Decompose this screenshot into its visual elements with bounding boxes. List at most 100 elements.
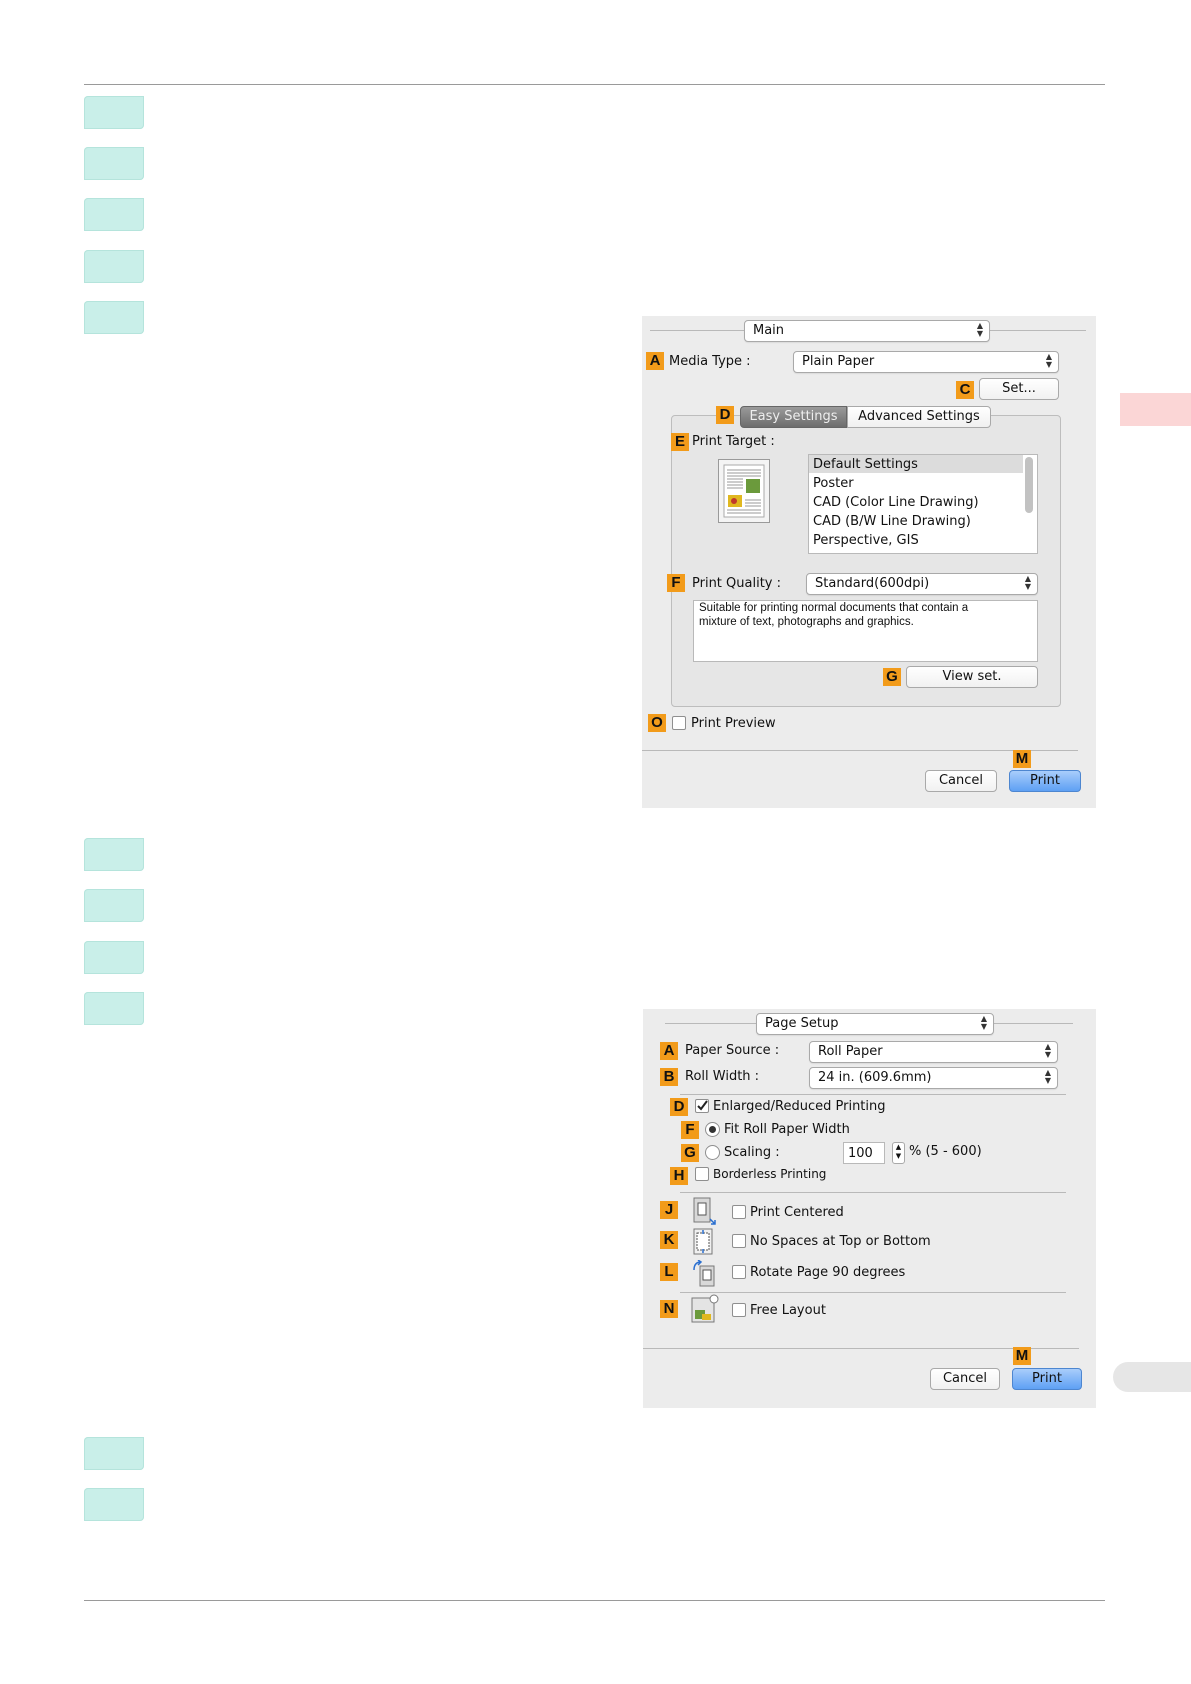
paper-source-label: Paper Source :	[685, 1043, 780, 1058]
section-divider	[680, 1094, 1066, 1095]
roll-width-value: 24 in. (609.6mm)	[818, 1070, 932, 1085]
tab-advanced-settings[interactable]: Advanced Settings	[847, 406, 991, 428]
print-dialog-page-setup: Page Setup ▲ ▼ A Paper Source : Roll Pape…	[643, 1009, 1096, 1408]
badge-h: H	[670, 1167, 688, 1185]
fit-roll-label: Fit Roll Paper Width	[724, 1122, 850, 1137]
free-layout-checkbox[interactable]	[732, 1303, 746, 1317]
panel-select-value: Page Setup	[765, 1016, 839, 1031]
badge-e: E	[671, 433, 689, 451]
step-marker	[84, 1437, 144, 1470]
print-preview-label: Print Preview	[691, 716, 776, 731]
updown-arrow-icon: ▲ ▼	[1024, 574, 1031, 591]
list-item[interactable]: Perspective, GIS	[813, 533, 919, 548]
footer-rule	[84, 1600, 1105, 1601]
badge-a: A	[660, 1042, 678, 1060]
print-centered-icon	[691, 1197, 717, 1225]
scaling-radio[interactable]	[705, 1145, 720, 1160]
step-marker	[84, 198, 144, 231]
no-spaces-label: No Spaces at Top or Bottom	[750, 1234, 931, 1249]
step-marker	[84, 250, 144, 283]
free-layout-label: Free Layout	[750, 1303, 826, 1318]
paper-source-select[interactable]: Roll Paper ▲ ▼	[809, 1041, 1058, 1063]
badge-b: B	[660, 1068, 678, 1086]
rotate-page-checkbox[interactable]	[732, 1265, 746, 1279]
step-marker	[84, 96, 144, 129]
updown-arrow-icon: ▲ ▼	[1045, 352, 1052, 369]
print-quality-value: Standard(600dpi)	[815, 576, 930, 591]
set-button[interactable]: Set...	[979, 378, 1059, 400]
print-button[interactable]: Print	[1012, 1368, 1082, 1390]
panel-select-value: Main	[753, 323, 785, 338]
description-line: mixture of text, photographs and graphic…	[699, 616, 914, 628]
badge-f: F	[667, 574, 685, 592]
list-item[interactable]: Poster	[813, 476, 854, 491]
free-layout-icon	[687, 1294, 721, 1327]
enlarged-label: Enlarged/Reduced Printing	[713, 1099, 886, 1114]
updown-arrow-icon: ▲ ▼	[980, 1014, 987, 1031]
description-line: Suitable for printing normal documents t…	[699, 602, 969, 614]
step-marker	[84, 838, 144, 871]
badge-a: A	[646, 352, 664, 370]
roll-width-label: Roll Width :	[685, 1069, 760, 1084]
no-spaces-checkbox[interactable]	[732, 1234, 746, 1248]
updown-arrow-icon: ▲ ▼	[1044, 1042, 1051, 1059]
scaling-input[interactable]: 100	[843, 1142, 885, 1164]
borderless-checkbox[interactable]	[695, 1167, 709, 1181]
badge-g: G	[883, 668, 901, 686]
media-type-select[interactable]: Plain Paper ▲ ▼	[793, 351, 1059, 373]
list-item[interactable]: CAD (B/W Line Drawing)	[813, 514, 971, 529]
badge-d: D	[716, 406, 734, 424]
print-dialog-main: Main ▲ ▼ A Media Type : Plain Paper ▲ ▼ C …	[642, 316, 1096, 808]
step-marker	[84, 301, 144, 334]
badge-g: G	[681, 1144, 699, 1162]
index-tab	[1113, 1362, 1191, 1392]
document-preview-icon	[718, 459, 770, 523]
roll-width-select[interactable]: 24 in. (609.6mm) ▲ ▼	[809, 1067, 1058, 1089]
badge-l: L	[660, 1263, 678, 1281]
print-target-label: Print Target :	[692, 434, 775, 449]
badge-c: C	[956, 381, 974, 399]
cancel-button[interactable]: Cancel	[930, 1368, 1000, 1390]
enlarged-checkbox[interactable]	[695, 1099, 709, 1113]
panel-select[interactable]: Main ▲ ▼	[744, 320, 990, 342]
media-type-label: Media Type :	[669, 354, 751, 369]
chapter-tab	[1120, 393, 1191, 426]
header-rule	[84, 84, 1105, 85]
tab-easy-settings[interactable]: Easy Settings	[740, 406, 847, 428]
section-divider	[680, 1192, 1066, 1193]
list-item[interactable]: CAD (Color Line Drawing)	[813, 495, 979, 510]
media-type-value: Plain Paper	[802, 354, 875, 369]
list-item[interactable]: Default Settings	[813, 457, 918, 472]
quality-description: Suitable for printing normal documents t…	[693, 600, 1038, 662]
scaling-value: 100	[848, 1146, 873, 1161]
step-marker	[84, 992, 144, 1025]
fit-roll-radio[interactable]	[705, 1122, 720, 1137]
step-marker	[84, 941, 144, 974]
paper-source-value: Roll Paper	[818, 1044, 883, 1059]
step-marker	[84, 889, 144, 922]
badge-k: K	[660, 1231, 678, 1249]
no-spaces-icon	[691, 1228, 717, 1256]
badge-m: M	[1013, 1347, 1031, 1365]
panel-select[interactable]: Page Setup ▲ ▼	[756, 1013, 994, 1035]
rotate-page-icon	[691, 1259, 717, 1288]
scaling-range: % (5 - 600)	[909, 1144, 982, 1159]
print-preview-checkbox[interactable]	[672, 716, 686, 730]
borderless-label: Borderless Printing	[713, 1167, 827, 1181]
rotate-page-label: Rotate Page 90 degrees	[750, 1265, 906, 1280]
badge-f: F	[681, 1121, 699, 1139]
cancel-button[interactable]: Cancel	[925, 770, 997, 792]
print-button[interactable]: Print	[1009, 770, 1081, 792]
step-marker	[84, 1488, 144, 1521]
print-target-list[interactable]: Default Settings Poster CAD (Color Line …	[808, 454, 1038, 554]
scaling-stepper[interactable]: ▲ ▼	[892, 1142, 905, 1164]
step-marker	[84, 147, 144, 180]
print-centered-label: Print Centered	[750, 1205, 844, 1220]
updown-arrow-icon: ▲ ▼	[1044, 1068, 1051, 1085]
badge-j: J	[660, 1201, 678, 1219]
view-set-button[interactable]: View set.	[906, 666, 1038, 688]
scrollbar[interactable]	[1025, 457, 1033, 513]
print-centered-checkbox[interactable]	[732, 1205, 746, 1219]
print-quality-select[interactable]: Standard(600dpi) ▲ ▼	[806, 573, 1038, 595]
print-quality-label: Print Quality :	[692, 576, 782, 591]
